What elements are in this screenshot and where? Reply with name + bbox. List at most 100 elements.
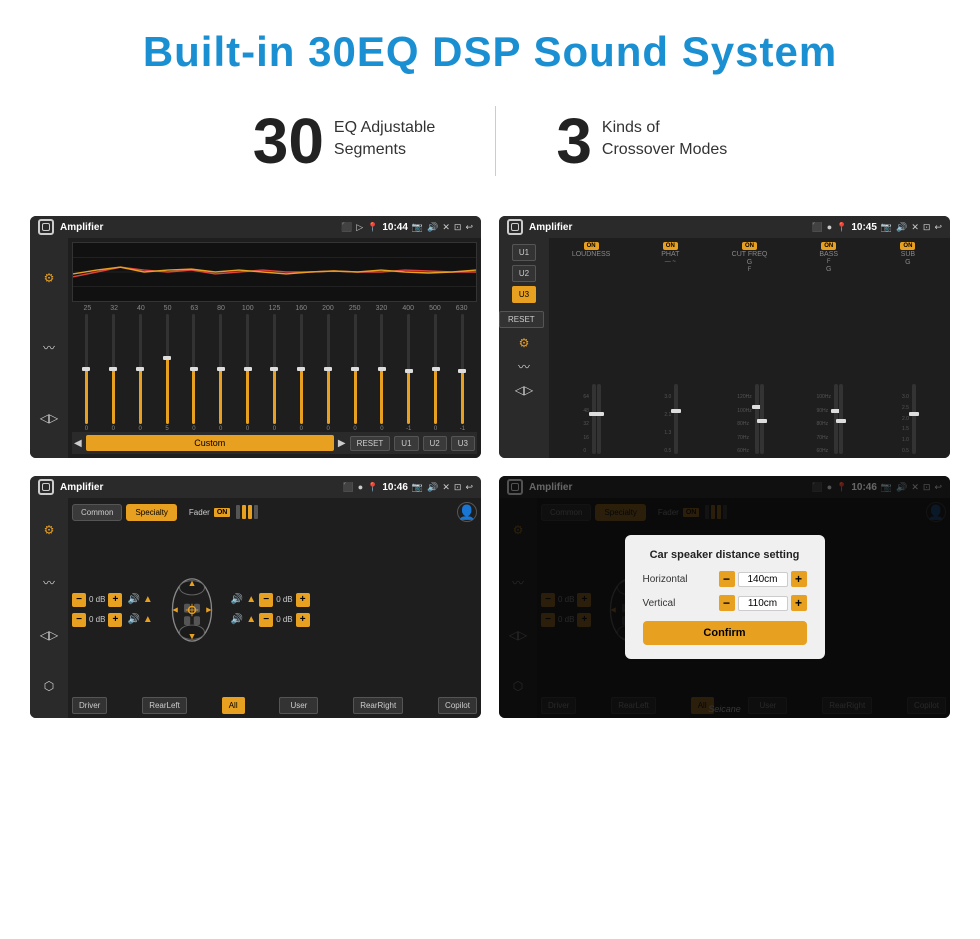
fader-bar-4 <box>254 505 258 519</box>
dsp-body-2: U1 U2 U3 RESET ⚙ 〰 ◁▷ ON LOUDNESS <box>499 238 950 458</box>
driver-btn[interactable]: Driver <box>72 697 107 714</box>
window-icon-3[interactable]: ⊡ <box>454 482 462 493</box>
ch-bass: ON BASS F G 100Hz90Hz80Hz70Hz60Hz <box>791 242 867 454</box>
bass-on[interactable]: ON <box>821 242 836 250</box>
spec-sidebar: ⚙ 〰 ◁▷ ⬡ <box>30 498 68 718</box>
wave-icon-2[interactable]: 〰 <box>518 358 530 375</box>
slider-14[interactable]: 0 <box>423 314 448 432</box>
spec-tune-icon[interactable]: ⚙ <box>44 523 55 537</box>
u2-preset[interactable]: U2 <box>512 265 536 282</box>
camera-icon-2: 📷 <box>881 222 892 233</box>
horizontal-minus[interactable]: − <box>719 571 735 587</box>
back-icon-3[interactable]: ↩ <box>465 482 473 493</box>
slider-3[interactable]: 0 <box>128 314 153 432</box>
vol-br-minus[interactable]: − <box>259 613 273 627</box>
common-btn[interactable]: Common <box>72 504 122 521</box>
rearleft-btn[interactable]: RearLeft <box>142 697 187 714</box>
slider-11[interactable]: 0 <box>343 314 368 432</box>
status-icons-1: ⬛ ▷ 📍 10:44 📷 🔊 ✕ ⊡ ↩ <box>341 222 473 233</box>
freq-160: 160 <box>288 305 315 312</box>
spec-bt-icon[interactable]: ⬡ <box>44 679 54 693</box>
window-icon-1[interactable]: ⊡ <box>454 222 462 233</box>
reset-btn-2[interactable]: RESET <box>499 311 544 328</box>
eq-number: 30 <box>253 109 324 173</box>
freq-labels: 25 32 40 50 63 80 100 125 160 200 250 32… <box>72 305 477 312</box>
fader-on-badge[interactable]: ON <box>214 508 231 517</box>
eq-graph-1 <box>72 242 477 302</box>
next-icon[interactable]: ▶ <box>338 438 346 449</box>
sub-on[interactable]: ON <box>900 242 915 250</box>
profile-icon-3[interactable]: 👤 <box>457 502 477 522</box>
u1-btn-1[interactable]: U1 <box>394 436 418 451</box>
loudness-label: LOUDNESS <box>572 251 611 258</box>
spec-vol-icon[interactable]: ◁▷ <box>40 628 58 642</box>
user-btn[interactable]: User <box>279 697 318 714</box>
rearright-btn[interactable]: RearRight <box>353 697 403 714</box>
u3-preset[interactable]: U3 <box>512 286 536 303</box>
slider-1[interactable]: 0 <box>74 314 99 432</box>
close-icon-2[interactable]: ✕ <box>911 222 919 233</box>
spec-wave-icon[interactable]: 〰 <box>43 574 55 591</box>
screenshots-grid: Amplifier ⬛ ▷ 📍 10:44 📷 🔊 ✕ ⊡ ↩ ⚙ 〰 <box>0 206 980 748</box>
window-icon-2[interactable]: ⊡ <box>923 222 931 233</box>
crossover-number: 3 <box>556 109 592 173</box>
u1-preset[interactable]: U1 <box>512 244 536 261</box>
close-icon-3[interactable]: ✕ <box>442 482 450 493</box>
slider-6[interactable]: 0 <box>208 314 233 432</box>
copilot-btn[interactable]: Copilot <box>438 697 477 714</box>
vol-br-plus[interactable]: + <box>296 613 310 627</box>
play-icon-1: ▷ <box>356 222 363 233</box>
back-icon-2[interactable]: ↩ <box>934 222 942 233</box>
vol-bl-value: 0 dB <box>89 615 105 624</box>
home-icon-1[interactable] <box>38 219 54 235</box>
slider-8[interactable]: 0 <box>262 314 287 432</box>
vol-icon-dsp[interactable]: ◁▷ <box>515 383 533 397</box>
home-icon-2[interactable] <box>507 219 523 235</box>
specialty-btn[interactable]: Specialty <box>126 504 176 521</box>
eq-tune-icon[interactable]: ⚙ <box>44 271 55 285</box>
slider-9[interactable]: 0 <box>289 314 314 432</box>
close-icon-1[interactable]: ✕ <box>442 222 450 233</box>
vertical-plus[interactable]: + <box>791 595 807 611</box>
record-icon-2: ⬛ <box>811 222 822 233</box>
slider-13[interactable]: -1 <box>396 314 421 432</box>
slider-12[interactable]: 0 <box>369 314 394 432</box>
vol-tr-plus[interactable]: + <box>296 593 310 607</box>
dsp-channels-area: ON LOUDNESS 644832160 <box>549 238 950 458</box>
eq-wave-icon[interactable]: 〰 <box>43 339 55 356</box>
vol-bl-plus[interactable]: + <box>108 613 122 627</box>
confirm-button[interactable]: Confirm <box>643 621 807 645</box>
all-btn[interactable]: All <box>222 697 245 714</box>
slider-4[interactable]: 5 <box>155 314 180 432</box>
u2-btn-1[interactable]: U2 <box>423 436 447 451</box>
screen-specialty-modal: Amplifier ⬛ ● 📍 10:46 📷 🔊 ✕ ⊡ ↩ ⚙ 〰 <box>499 476 950 718</box>
custom-preset[interactable]: Custom <box>86 435 334 451</box>
speaker-icon-br: 🔊 <box>231 614 243 625</box>
vol-tr-minus[interactable]: − <box>259 593 273 607</box>
vol-tl-minus[interactable]: − <box>72 593 86 607</box>
slider-15[interactable]: -1 <box>450 314 475 432</box>
reset-btn-1[interactable]: RESET <box>350 436 391 451</box>
slider-10[interactable]: 0 <box>316 314 341 432</box>
eq-vol-icon[interactable]: ◁▷ <box>40 411 58 425</box>
vol-tl-plus[interactable]: + <box>108 593 122 607</box>
speaker-icon-tl: 🔊 <box>127 594 139 605</box>
phat-on[interactable]: ON <box>663 242 678 250</box>
time-2: 10:45 <box>851 222 877 233</box>
loudness-on[interactable]: ON <box>584 242 599 250</box>
freq-250: 250 <box>341 305 368 312</box>
vol-bl-minus[interactable]: − <box>72 613 86 627</box>
back-icon-1[interactable]: ↩ <box>465 222 473 233</box>
prev-icon[interactable]: ◀ <box>74 438 82 449</box>
vertical-minus[interactable]: − <box>719 595 735 611</box>
slider-5[interactable]: 0 <box>181 314 206 432</box>
horizontal-plus[interactable]: + <box>791 571 807 587</box>
pin-icon-1: 📍 <box>367 222 378 233</box>
home-icon-3[interactable] <box>38 479 54 495</box>
pin-icon-2: 📍 <box>836 222 847 233</box>
cutfreq-on[interactable]: ON <box>742 242 757 250</box>
slider-7[interactable]: 0 <box>235 314 260 432</box>
tune-icon-2[interactable]: ⚙ <box>519 336 530 350</box>
u3-btn-1[interactable]: U3 <box>451 436 475 451</box>
slider-2[interactable]: 0 <box>101 314 126 432</box>
